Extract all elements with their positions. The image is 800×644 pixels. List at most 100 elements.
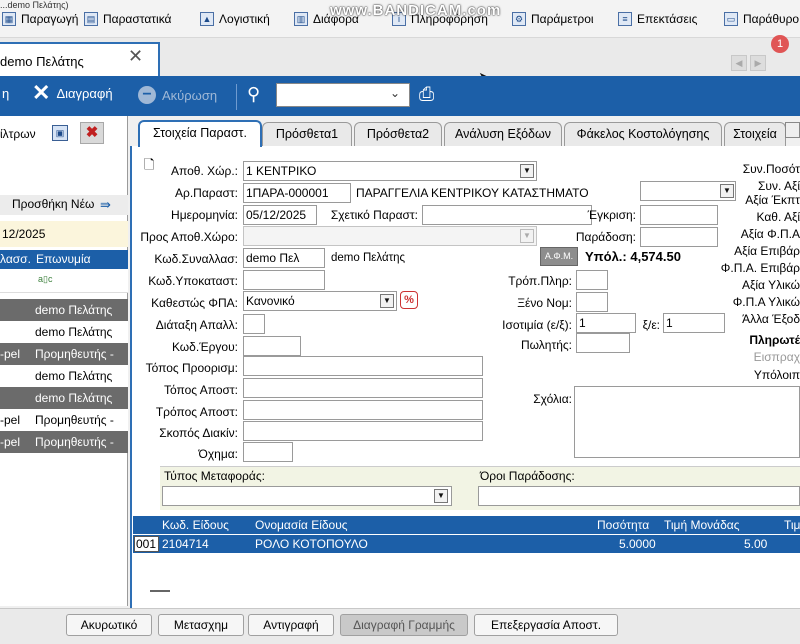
parity-label: Ισοτιμία (ε/ξ): <box>502 318 572 332</box>
item-code-cell[interactable]: 2104714 <box>162 537 209 551</box>
reversal-button[interactable]: Ακυρωτικό <box>66 614 152 636</box>
edit-shipment-button[interactable]: Επεξεργασία Αποστ. <box>474 614 618 636</box>
afm-button[interactable]: Α.Φ.Μ. <box>540 247 578 266</box>
row-index-cell[interactable]: 001 <box>134 536 159 552</box>
vehicle-field[interactable] <box>243 442 293 462</box>
item-qty-cell[interactable]: 5.0000 <box>619 537 656 551</box>
list-item[interactable]: -pel Προμηθευτής - <box>0 409 128 431</box>
menu-window[interactable]: ▭ Παράθυρο <box>724 10 799 28</box>
vat-status-select[interactable]: Κανονικό <box>243 291 397 311</box>
tab-more-details[interactable]: Στοιχεία <box>724 122 786 146</box>
delivery-terms-field[interactable] <box>478 486 800 506</box>
save-filter-icon[interactable]: ▣ <box>52 125 68 141</box>
summary-balance-label: Υπόλοιπ <box>753 368 800 382</box>
menu-documents[interactable]: ▤ Παραστατικά <box>84 10 171 28</box>
payment-method-label: Τρόπ.Πληρ: <box>508 274 572 288</box>
tab-scroll-left-icon[interactable]: ◀ <box>731 55 747 71</box>
transport-type-select[interactable] <box>162 486 452 506</box>
payment-method-field[interactable] <box>576 270 608 290</box>
delivery-terms-label: Όροι Παράδοσης: <box>480 469 575 483</box>
grid-scrollbar[interactable] <box>150 590 170 592</box>
chevron-down-icon[interactable]: ▼ <box>520 229 534 243</box>
list-item[interactable]: demo Πελάτης <box>0 321 128 343</box>
save-button[interactable]: η <box>2 86 9 101</box>
close-icon[interactable]: ✕ <box>128 46 143 67</box>
tab-costing-folder[interactable]: Φάκελος Κοστολόγησης <box>564 122 722 146</box>
watermark: www.BANDICAM.com <box>330 2 502 19</box>
project-field[interactable] <box>243 336 301 356</box>
column-header-unit-price[interactable]: Τιμή Μονάδας <box>664 518 739 532</box>
chevron-down-icon[interactable]: ▼ <box>434 489 448 503</box>
left-grid-filter-row[interactable] <box>0 269 128 293</box>
warehouse-label: Αποθ. Χώρ.: <box>171 164 238 178</box>
branch-label: Κωδ.Υποκαταστ: <box>148 274 238 288</box>
summary-materials-label: Αξία Υλικώ <box>742 278 800 292</box>
filter-cell-icon[interactable]: a▯c <box>38 274 52 285</box>
warehouse-select[interactable]: 1 ΚΕΝΤΡΙΚΟ <box>243 161 537 181</box>
salesman-field[interactable] <box>576 333 630 353</box>
dispatch-method-field[interactable] <box>243 400 483 420</box>
notification-badge[interactable]: 1 <box>771 35 789 53</box>
column-header-quantity[interactable]: Ποσότητα <box>597 518 649 532</box>
menu-parameters[interactable]: ⚙ Παράμετροι <box>512 10 594 28</box>
left-date-filter[interactable]: 12/2025 <box>0 221 128 247</box>
printer-icon[interactable]: ⎙ <box>419 84 441 106</box>
approval-label: Έγκριση: <box>587 208 636 222</box>
exemption-label: Διάταξη Απαλλ: <box>155 318 238 332</box>
chevron-down-icon[interactable]: ▼ <box>520 164 534 178</box>
search-icon[interactable]: ⚲ <box>247 84 269 106</box>
branch-field[interactable] <box>243 270 325 290</box>
menu-extensions[interactable]: ≡ Επεκτάσεις <box>618 10 697 28</box>
to-warehouse-select[interactable] <box>243 226 537 246</box>
list-item[interactable]: demo Πελάτης <box>0 387 128 409</box>
shipping-purpose-field[interactable] <box>243 421 483 441</box>
tab-extra2[interactable]: Πρόσθετα2 <box>354 122 442 146</box>
destination-label: Τόπος Προορισμ: <box>145 361 238 375</box>
date-field[interactable]: 05/12/2025 <box>243 205 317 225</box>
dispatch-place-field[interactable] <box>243 378 483 398</box>
copy-button[interactable]: Αντιγραφή <box>248 614 334 636</box>
parity2-field[interactable]: 1 <box>663 313 725 333</box>
window-icon: ▭ <box>724 12 738 26</box>
column-header-price[interactable]: Τιμ <box>784 518 800 532</box>
tab-document-details[interactable]: Στοιχεία Παραστ. <box>138 120 262 147</box>
destination-field[interactable] <box>243 356 483 376</box>
tab-scroll-right-icon[interactable]: ▶ <box>750 55 766 71</box>
column-header-item-name[interactable]: Ονομασία Είδους <box>255 518 348 532</box>
chevron-down-icon[interactable]: ⌄ <box>390 86 400 100</box>
list-item[interactable]: demo Πελάτης <box>0 299 128 321</box>
add-new-arrow-icon[interactable]: ⇛ <box>100 197 111 213</box>
list-item[interactable]: -pel Προμηθευτής - <box>0 343 128 365</box>
comments-field[interactable] <box>574 386 800 458</box>
shipping-purpose-label: Σκοπός Διακίν: <box>159 426 238 440</box>
vat-percent-icon[interactable]: % <box>400 291 418 309</box>
transform-button[interactable]: Μετασχημ <box>158 614 244 636</box>
list-item[interactable]: demo Πελάτης <box>0 365 128 387</box>
menu-production[interactable]: ▦ Παραγωγή <box>2 10 78 28</box>
delete-line-button[interactable]: Διαγραφή Γραμμής <box>340 614 468 636</box>
summary-vat-value-label: Αξία Φ.Π.Α <box>740 227 800 241</box>
tabs-overflow-button[interactable] <box>785 122 800 138</box>
clear-filter-button[interactable]: ✖ <box>80 122 104 144</box>
exemption-field[interactable] <box>243 314 265 334</box>
delete-button[interactable]: ✕ Διαγραφή <box>32 82 113 104</box>
list-item[interactable]: -pel Προμηθευτής - <box>0 431 128 453</box>
menu-accounting[interactable]: ▲ Λογιστική <box>200 10 270 28</box>
column-header-name[interactable]: Επωνυμία <box>36 252 91 266</box>
item-price-cell[interactable]: 5.00 <box>744 537 767 551</box>
table-row[interactable]: 2104714 ΡΟΛΟ ΚΟΤΟΠΟΥΛΟ 5.0000 5.00 <box>133 535 800 553</box>
doc-number-field[interactable]: 1ΠΑΡΑ-000001 <box>243 183 351 203</box>
cancel-button[interactable]: − Ακύρωση <box>138 86 217 104</box>
column-header-item-code[interactable]: Κωδ. Είδους <box>162 518 229 532</box>
item-name-cell[interactable]: ΡΟΛΟ ΚΟΤΟΠΟΥΛΟ <box>255 537 368 551</box>
parity-field[interactable]: 1 <box>576 313 636 333</box>
counterparty-code-field[interactable]: demo Πελ <box>243 248 325 268</box>
currency-field[interactable] <box>576 292 608 312</box>
tab-expenses-analysis[interactable]: Ανάλυση Εξόδων <box>444 122 562 146</box>
delivery-field[interactable] <box>640 227 718 247</box>
chevron-down-icon[interactable]: ▼ <box>380 294 394 308</box>
accounting-icon: ▲ <box>200 12 214 26</box>
approval-field[interactable] <box>640 205 718 225</box>
column-header-class[interactable]: λασσ. <box>0 252 31 266</box>
tab-extra1[interactable]: Πρόσθετα1 <box>262 122 352 146</box>
